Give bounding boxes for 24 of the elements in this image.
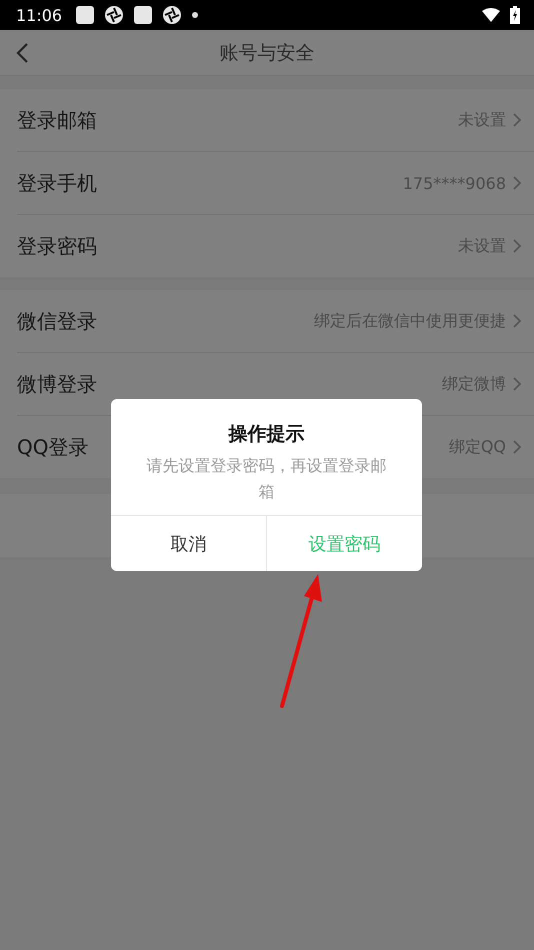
dialog-title: 操作提示 <box>227 422 306 447</box>
aperture-icon <box>104 5 124 25</box>
confirm-button[interactable]: 设置密码 <box>266 516 422 571</box>
notification-icon <box>134 6 152 24</box>
status-time: 11:06 <box>16 6 62 24</box>
row-label[interactable]: 微博登录 <box>17 370 442 398</box>
chevron-right-icon <box>512 238 522 254</box>
row-label[interactable]: 登录手机 <box>17 170 403 196</box>
aperture-icon <box>162 5 182 25</box>
dot-icon <box>192 12 198 18</box>
row-label[interactable]: 微信登录 <box>17 308 314 334</box>
row-label[interactable]: 登录密码 <box>17 232 458 260</box>
wifi-icon <box>482 8 500 22</box>
battery-icon <box>510 6 520 24</box>
chevron-right-icon <box>512 112 522 128</box>
row-label[interactable]: 登录邮箱 <box>17 106 458 134</box>
page-title: 账号与安全 <box>220 40 314 66</box>
back-icon[interactable] <box>14 42 30 64</box>
notification-icon <box>76 6 94 24</box>
chevron-right-icon <box>512 376 522 392</box>
chevron-right-icon <box>512 175 522 191</box>
chevron-right-icon <box>512 439 522 455</box>
dialog-message: 请先设置登录密码，再设置登录邮箱 <box>146 455 388 503</box>
chevron-right-icon <box>512 313 522 329</box>
